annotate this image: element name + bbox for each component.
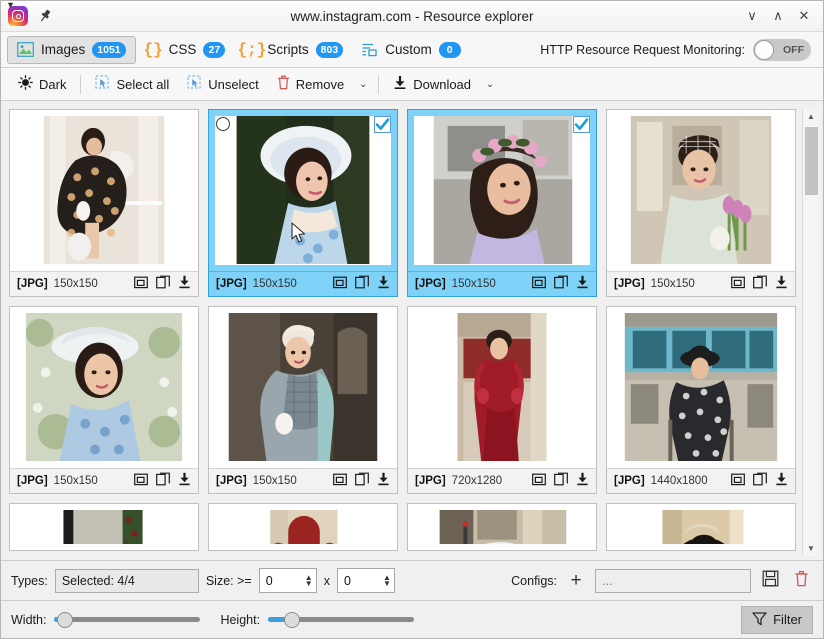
window-controls: ∨ ∧ ✕ xyxy=(739,4,823,28)
card-checkbox[interactable] xyxy=(573,116,590,133)
chevron-down-icon: ▾ xyxy=(8,0,14,11)
maximize-button[interactable]: ∧ xyxy=(765,4,791,28)
mouse-cursor xyxy=(291,222,307,249)
close-button[interactable]: ✕ xyxy=(791,4,817,28)
hover-indicator-circle xyxy=(216,117,230,131)
minimize-button[interactable]: ∨ xyxy=(739,4,765,28)
configs-select[interactable]: ... ▾ xyxy=(8,0,751,593)
filter-bar: Types: Selected: 4/4 ▾ Size: >= 0 ▲ ▼ x 0… xyxy=(1,0,823,600)
resource-explorer-window: www.instagram.com - Resource explorer ∨ … xyxy=(0,0,824,639)
height-slider[interactable] xyxy=(268,611,415,629)
card-checkbox[interactable] xyxy=(374,116,391,133)
width-slider[interactable] xyxy=(54,611,201,629)
